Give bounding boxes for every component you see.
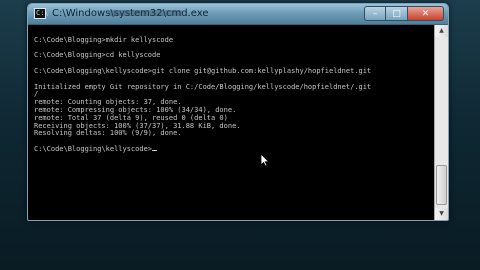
minimize-button[interactable]: – (364, 6, 386, 21)
scroll-up-arrow-icon[interactable]: ▲ (435, 25, 448, 37)
console-output[interactable]: C:\Code\Blogging>mkdir kellyscode C:\Cod… (30, 25, 432, 218)
prompt-line[interactable]: C:\Code\Blogging\kellyscode> (34, 144, 432, 154)
window-titlebar[interactable]: C:\ C:\Windows\system32\cmd.exe – □ ✕ (28, 4, 448, 25)
mouse-pointer-icon (260, 153, 270, 167)
text-cursor (152, 149, 158, 151)
vertical-scrollbar[interactable]: ▲ ▼ (434, 25, 448, 220)
window-controls: – □ ✕ (364, 6, 444, 21)
title-glare (108, 10, 183, 16)
current-prompt: C:\Code\Blogging\kellyscode> (34, 144, 153, 153)
maximize-button[interactable]: □ (386, 6, 408, 21)
scroll-down-arrow-icon[interactable]: ▼ (435, 208, 448, 220)
console-line: C:\Code\Blogging>cd kellyscode (34, 51, 161, 60)
console-line: C:\Code\Blogging>mkdir kellyscode (34, 35, 174, 44)
console-line: Initialized empty Git repository in C:/C… (34, 82, 372, 91)
console-line: Resolving deltas: 100% (9/9), done. (34, 129, 182, 138)
close-button[interactable]: ✕ (408, 6, 444, 21)
console-line: C:\Code\Blogging\kellyscode>git clone gi… (34, 66, 372, 75)
cmd-app-icon[interactable]: C:\ (34, 8, 49, 19)
scrollbar-thumb[interactable] (436, 165, 447, 205)
cmd-window[interactable]: C:\ C:\Windows\system32\cmd.exe – □ ✕ C:… (27, 3, 449, 221)
